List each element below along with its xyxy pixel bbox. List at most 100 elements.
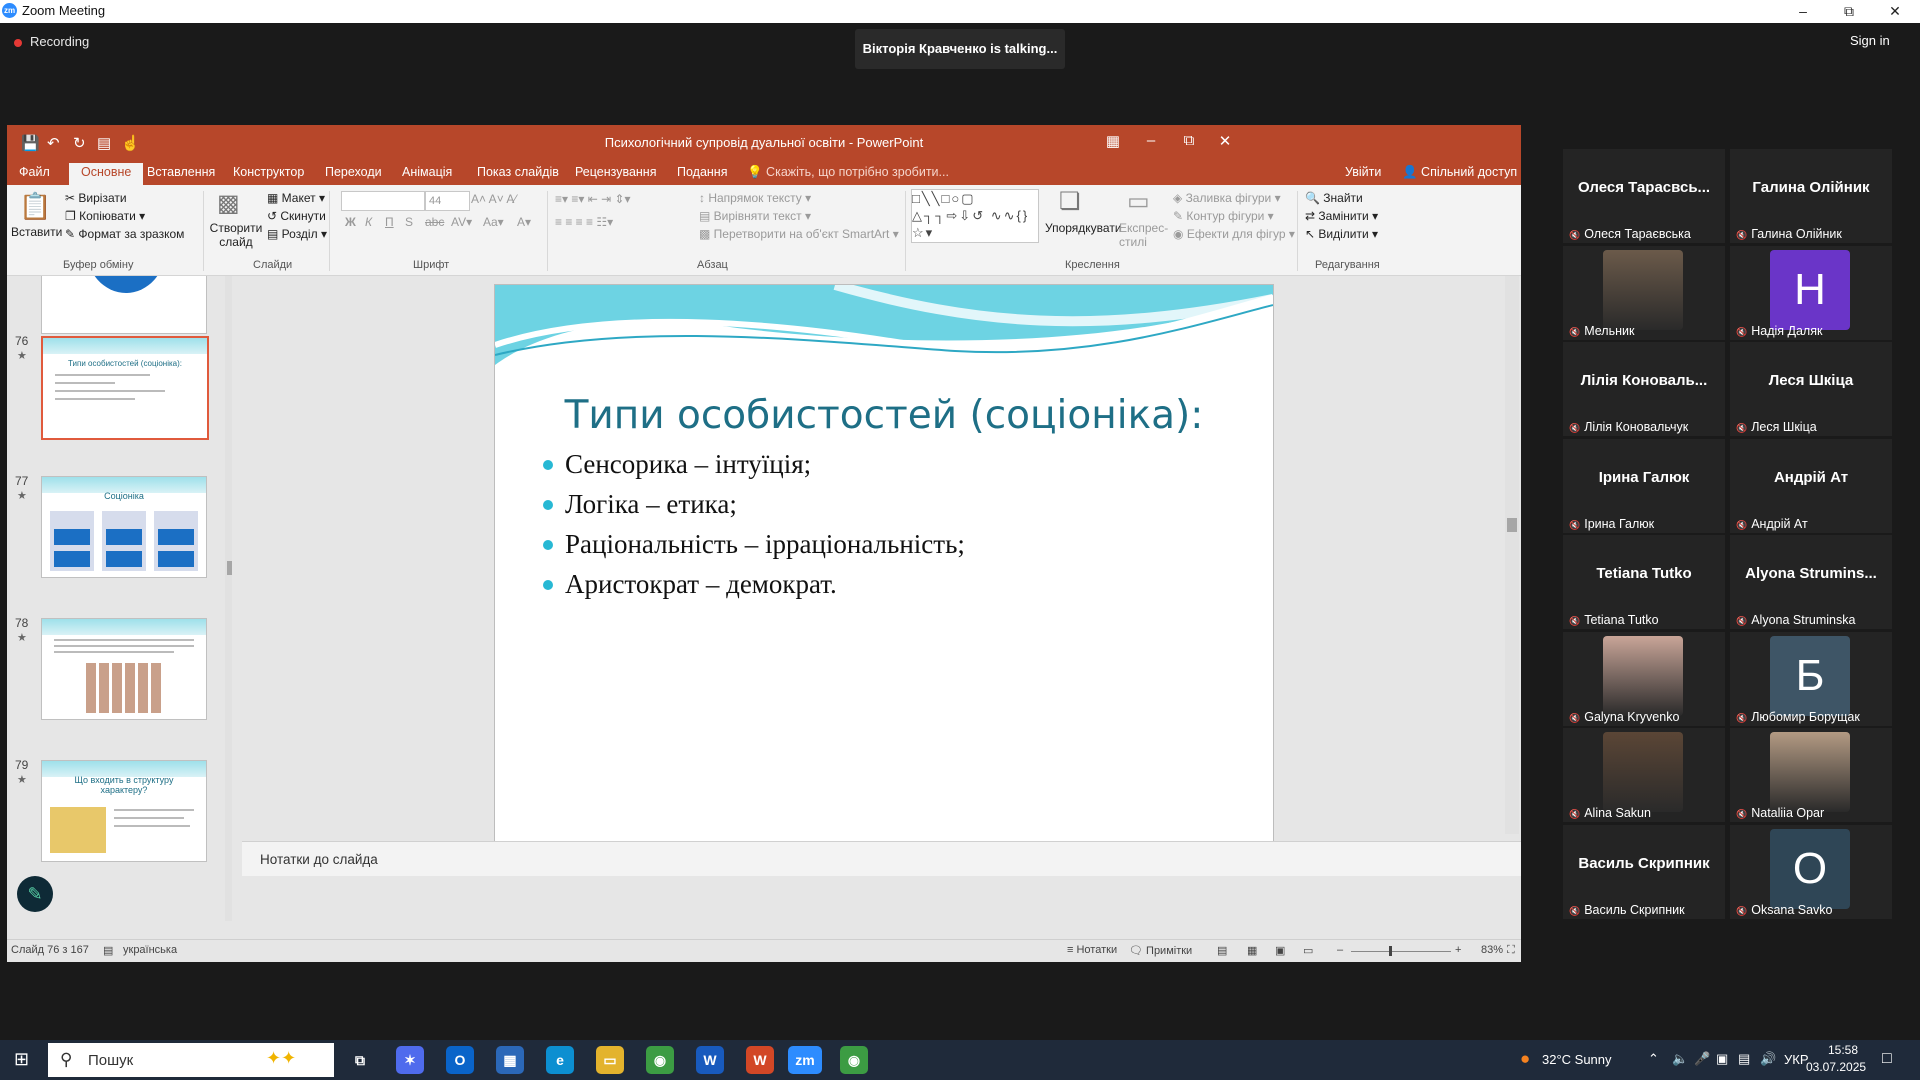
explorer-icon[interactable]: ▭ <box>596 1046 624 1074</box>
slide-bullet[interactable]: Аристократ – демократ. <box>543 569 837 600</box>
tray-chevron-icon[interactable]: ⌃ <box>1648 1051 1659 1067</box>
font-color-icon[interactable]: A▾ <box>517 215 531 229</box>
zoom-slider[interactable] <box>1351 951 1451 952</box>
align-text-button[interactable]: ▤ Вирівняти текст ▾ <box>699 209 811 223</box>
format-painter-button[interactable]: ✎ Формат за зразком <box>65 227 184 241</box>
sorter-view-icon[interactable]: ▦ <box>1247 944 1257 957</box>
paste-button[interactable]: Вставити <box>11 225 62 239</box>
participant-tile[interactable]: Nataliia Opar <box>1730 728 1892 822</box>
slide-scrollbar[interactable] <box>1505 276 1519 834</box>
participant-tile[interactable]: Лілія Коноваль... Лілія Коновальчук <box>1563 342 1725 436</box>
mic-icon[interactable]: 🎤 <box>1694 1051 1710 1067</box>
shadow-icon[interactable]: S <box>405 215 413 229</box>
find-button[interactable]: 🔍 Знайти <box>1305 191 1363 205</box>
replace-button[interactable]: ⇄ Замінити ▾ <box>1305 209 1378 223</box>
case-icon[interactable]: Aa▾ <box>483 215 504 229</box>
arrange-icon[interactable]: ❏ <box>1059 187 1081 216</box>
new-slide-button[interactable]: Створити слайд <box>207 221 265 249</box>
copilot-icon[interactable]: ✶ <box>396 1046 424 1074</box>
cut-button[interactable]: ✂ Вирізати <box>65 191 127 205</box>
zoom-in-icon[interactable]: + <box>1455 944 1461 956</box>
participant-tile[interactable]: Ірина Галюк Ірина Галюк <box>1563 438 1725 533</box>
slide-bullet[interactable]: Сенсорика – інтуїція; <box>542 449 811 480</box>
zoom-level[interactable]: 83% <box>1481 944 1503 956</box>
chrome-2-icon[interactable]: ◉ <box>840 1046 868 1074</box>
new-slide-icon[interactable]: ▩ <box>217 189 240 218</box>
input-language[interactable]: УКР <box>1784 1052 1809 1067</box>
smartart-button[interactable]: ▩ Перетворити на об'єкт SmartArt ▾ <box>699 227 899 241</box>
share-button[interactable]: 👤 Спільний доступ <box>1402 165 1517 180</box>
chrome-icon[interactable]: ◉ <box>646 1046 674 1074</box>
select-button[interactable]: ↖ Виділити ▾ <box>1305 227 1378 241</box>
minimize-icon[interactable]: – <box>1780 0 1826 23</box>
ppt-close-icon[interactable]: ✕ <box>1205 132 1245 150</box>
participant-tile[interactable]: Alina Sakun <box>1563 728 1725 822</box>
slide-canvas[interactable]: Типи особистостей (соціоніка): Сенсорика… <box>494 284 1274 871</box>
ppt-maximize-icon[interactable]: ⧉ <box>1169 132 1209 149</box>
participant-tile[interactable]: Галина Олійник Галина Олійник <box>1730 149 1892 243</box>
participant-tile[interactable]: Андрій Ат Андрій Ат <box>1730 438 1892 533</box>
participant-tile[interactable]: БЛюбомир Борущак <box>1730 631 1892 726</box>
shapes-gallery[interactable]: □╲╲□○▢ △┐┐⇨⇩↺ ∿∿{}☆▾ <box>911 189 1039 243</box>
participant-tile[interactable]: Василь Скрипник Василь Скрипник <box>1563 824 1725 919</box>
language-label[interactable]: українська <box>123 944 177 956</box>
tab-insert[interactable]: Вставлення <box>147 165 215 179</box>
participant-tile[interactable]: Alyona Strumins... Alyona Struminska <box>1730 535 1892 629</box>
login-link[interactable]: Увійти <box>1345 165 1381 179</box>
sign-in-link[interactable]: Sign in <box>1850 33 1890 48</box>
slide-bullet[interactable]: Логіка – етика; <box>543 489 737 520</box>
ribbon-display-icon[interactable]: ▦ <box>1093 132 1133 150</box>
underline-icon[interactable]: П <box>385 215 394 229</box>
search-box[interactable]: ⚲ Пошук ✦✦ <box>48 1043 334 1077</box>
participant-tile[interactable]: Леся Шкіца Леся Шкіца <box>1730 342 1892 436</box>
thumbnail-scrollbar[interactable] <box>225 276 232 921</box>
zoom-app-icon[interactable]: zm <box>788 1046 822 1074</box>
tab-file[interactable]: Файл <box>19 165 50 179</box>
fit-slide-icon[interactable]: ⛶ <box>1507 944 1515 957</box>
reading-view-icon[interactable]: ▣ <box>1275 944 1285 957</box>
spellcheck-icon[interactable]: ▤ <box>103 944 113 957</box>
tab-review[interactable]: Рецензування <box>575 165 656 179</box>
restore-icon[interactable]: ⧉ <box>1826 0 1872 23</box>
comments-toggle[interactable]: 🗨 Примітки <box>1129 944 1192 957</box>
task-view-icon[interactable]: ⧉ <box>346 1046 374 1074</box>
quick-styles-button[interactable]: Експрес-стилі <box>1119 221 1169 249</box>
slide-thumbnail-pane[interactable]: 76 ★ Типи особистостей (соціоніка): 77 ★… <box>7 276 232 921</box>
slideshow-view-icon[interactable]: ▭ <box>1303 944 1313 957</box>
bullets-icon[interactable]: ≡▾ ≡▾ ⇤ ⇥ ⇕▾ <box>555 192 631 206</box>
scrollbar-thumb[interactable] <box>1507 518 1517 532</box>
notifications-icon[interactable]: □ <box>1882 1050 1892 1068</box>
edge-icon[interactable]: e <box>546 1046 574 1074</box>
participant-tile[interactable]: Олеся Тарасвсь... Олеся Тараєвська <box>1563 149 1725 243</box>
paste-icon[interactable]: 📋 <box>19 191 51 222</box>
participant-tile[interactable]: OOksana Savko <box>1730 824 1892 919</box>
layout-button[interactable]: ▦ Макет ▾ <box>267 191 325 205</box>
tab-design[interactable]: Конструктор <box>233 165 304 179</box>
font-name-field[interactable] <box>341 191 425 211</box>
clock-time[interactable]: 15:58 <box>1828 1043 1858 1057</box>
notes-pane[interactable]: Нотатки до слайда <box>242 841 1521 876</box>
slide-title[interactable]: Типи особистостей (соціоніка): <box>495 393 1273 438</box>
spacing-icon[interactable]: AV▾ <box>451 215 472 229</box>
close-icon[interactable]: ✕ <box>1872 0 1918 23</box>
tab-home[interactable]: Основне <box>69 163 144 187</box>
slide-bullet[interactable]: Раціональність – ірраціональність; <box>543 529 965 560</box>
section-button[interactable]: ▤ Розділ ▾ <box>267 227 327 241</box>
word-icon[interactable]: W <box>696 1046 724 1074</box>
slide-thumbnail[interactable]: Що входить в структуру характеру? <box>41 760 207 862</box>
tell-me-box[interactable]: 💡 Скажіть, що потрібно зробити... <box>747 165 949 180</box>
arrange-button[interactable]: Упорядкувати <box>1045 221 1122 235</box>
shape-effects-button[interactable]: ◉ Ефекти для фігур ▾ <box>1173 227 1295 241</box>
notes-toggle[interactable]: ≡ Нотатки <box>1067 944 1117 956</box>
copy-button[interactable]: ❐ Копіювати ▾ <box>65 209 145 223</box>
align-icons[interactable]: ≡ ≡ ≡ ≡ ☷▾ <box>555 215 613 229</box>
volume-icon[interactable]: 🔊 <box>1760 1051 1776 1067</box>
zoom-slider-thumb[interactable] <box>1389 946 1392 956</box>
shape-fill-button[interactable]: ◈ Заливка фігури ▾ <box>1173 191 1281 205</box>
font-size-field[interactable]: 44 <box>425 191 470 211</box>
start-icon[interactable]: ⊞ <box>14 1049 29 1070</box>
quick-styles-icon[interactable]: ▭ <box>1127 187 1150 216</box>
weather-text[interactable]: 32°C Sunny <box>1542 1052 1612 1067</box>
tab-animations[interactable]: Анімація <box>402 165 452 179</box>
slide-edit-area[interactable]: Типи особистостей (соціоніка): Сенсорика… <box>242 276 1521 871</box>
